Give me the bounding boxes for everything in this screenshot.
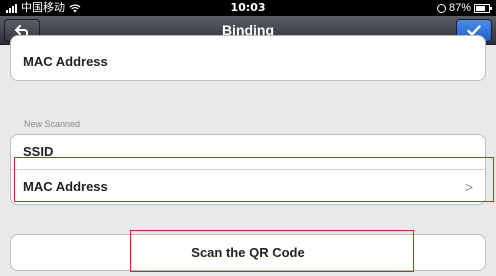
scan-qr-code-button[interactable]: Scan the QR Code	[10, 234, 486, 271]
chevron-right-icon: >	[464, 179, 473, 195]
status-time: 10:03	[230, 1, 266, 14]
battery-percent: 87%	[448, 2, 471, 14]
battery-icon	[474, 3, 492, 13]
mac-address-cell[interactable]: MAC Address >	[11, 169, 485, 204]
ssid-cell[interactable]: SSID	[11, 135, 485, 169]
mac-address-label: MAC Address	[23, 179, 108, 194]
status-bar: 中国移动 10:03 87%	[0, 0, 496, 16]
content-area: MAC Address New Scanned SSID MAC Address…	[0, 35, 496, 276]
top-cell-group: MAC Address	[10, 35, 486, 81]
scan-qr-code-label: Scan the QR Code	[191, 245, 305, 260]
status-right: 87%	[436, 0, 492, 16]
new-scanned-cell-group: SSID MAC Address >	[10, 134, 486, 205]
mac-address-label: MAC Address	[23, 54, 108, 69]
ssid-label: SSID	[23, 144, 54, 159]
mac-address-cell-top[interactable]: MAC Address	[11, 36, 485, 80]
clock-icon	[436, 3, 446, 13]
section-header-new-scanned: New Scanned	[24, 119, 81, 129]
